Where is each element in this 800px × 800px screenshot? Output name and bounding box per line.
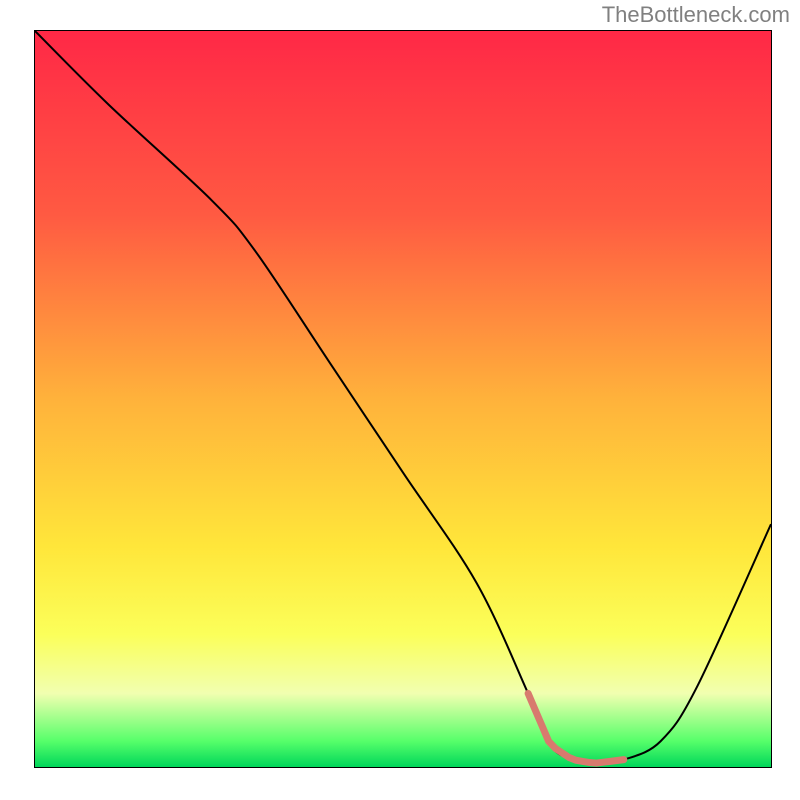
optimal-zone-marker — [528, 693, 624, 763]
curve-path-group — [35, 31, 771, 763]
bottleneck-curve — [35, 31, 771, 763]
plot-frame — [34, 30, 772, 768]
chart-container: TheBottleneck.com — [0, 0, 800, 800]
watermark-text: TheBottleneck.com — [602, 2, 790, 28]
curve-svg — [35, 31, 771, 767]
